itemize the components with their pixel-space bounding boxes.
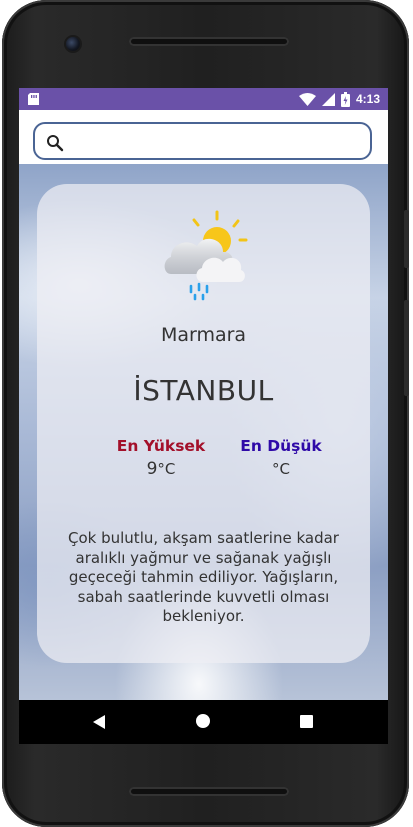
- navigation-bar: [19, 700, 388, 744]
- search-icon[interactable]: [46, 134, 64, 152]
- back-icon[interactable]: [92, 714, 106, 730]
- volume-button: [404, 210, 409, 268]
- sd-card-icon: [28, 93, 39, 105]
- weather-background: Marmara İSTANBUL En Yüksek 9°C En Düşük …: [19, 164, 388, 700]
- power-button: [404, 300, 409, 396]
- status-bar: 4:13: [19, 88, 388, 110]
- low-temp-unit: °C: [272, 460, 290, 478]
- front-camera: [66, 37, 80, 51]
- wifi-icon: [298, 92, 316, 106]
- home-icon[interactable]: [196, 714, 210, 728]
- high-temp-value: 9: [146, 459, 158, 479]
- forecast-description: Çok bulutlu, akşam saatlerine kadar aral…: [68, 529, 339, 625]
- search-input[interactable]: [75, 130, 364, 156]
- region-name: Marmara: [160, 324, 247, 346]
- app-screen: 4:13 Marmara İSTANBUL En Yüksek 9°C En D…: [19, 88, 388, 700]
- weather-card: Marmara İSTANBUL En Yüksek 9°C En Düşük …: [37, 184, 370, 663]
- search-bar-container: [19, 110, 388, 164]
- low-temp-label: En Düşük: [240, 437, 322, 455]
- low-temp-value-row: °C: [221, 459, 341, 479]
- high-temp-label: En Yüksek: [116, 437, 206, 455]
- status-time: 4:13: [355, 92, 380, 106]
- recents-icon[interactable]: [300, 715, 313, 728]
- low-temp-block: En Düşük °C: [221, 437, 341, 479]
- signal-icon: [321, 92, 335, 106]
- high-temp-value-row: 9°C: [101, 459, 221, 479]
- partly-cloudy-rain-icon: [164, 210, 248, 301]
- city-name: İSTANBUL: [133, 374, 274, 407]
- high-temp-block: En Yüksek 9°C: [101, 437, 221, 479]
- earpiece-speaker: [129, 37, 289, 46]
- high-temp-unit: °C: [157, 460, 176, 478]
- bottom-speaker: [129, 787, 289, 796]
- battery-icon: [340, 91, 350, 107]
- search-box[interactable]: [33, 122, 372, 160]
